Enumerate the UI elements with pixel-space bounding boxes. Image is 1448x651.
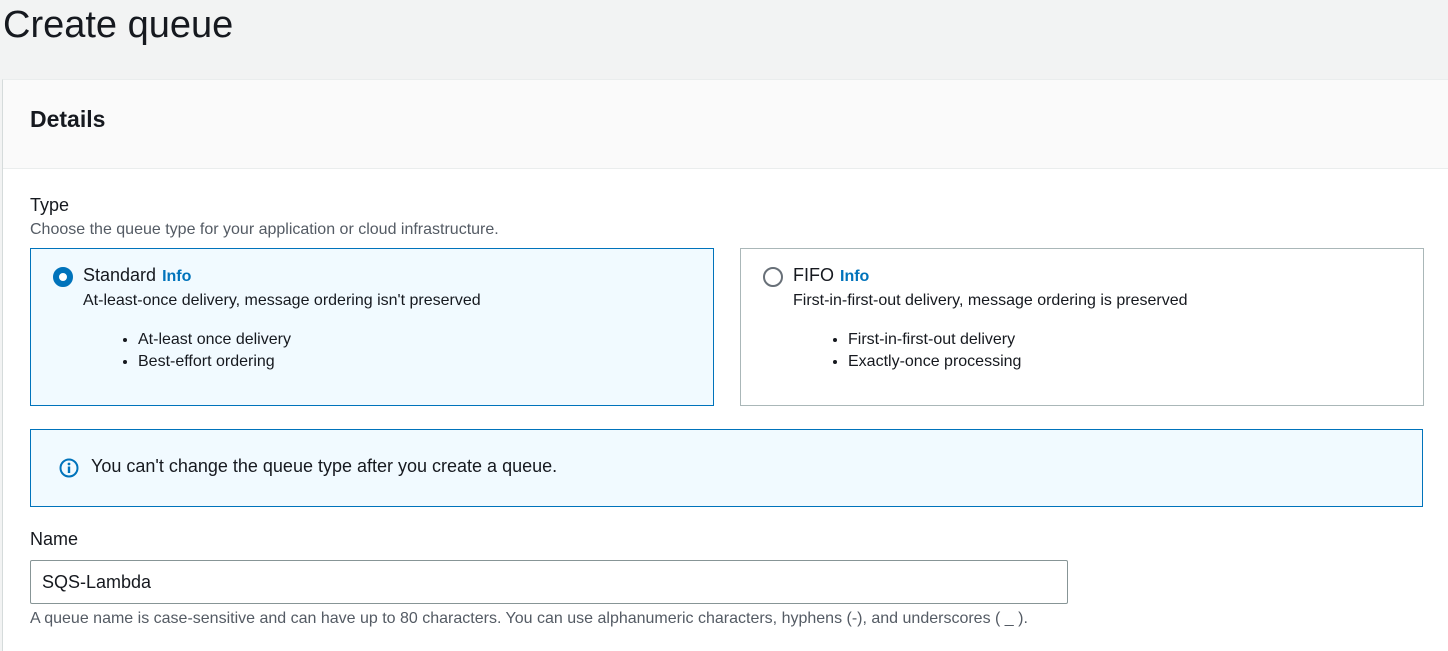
queue-type-standard-tile[interactable]: Standard Info At-least-once delivery, mes… [30, 248, 714, 406]
fifo-title: FIFO [793, 265, 834, 285]
details-panel-header: Details [3, 80, 1448, 169]
type-label: Type [30, 195, 70, 215]
queue-type-alert: You can't change the queue type after yo… [30, 429, 1423, 507]
list-item: Exactly-once processing [848, 351, 1021, 373]
type-description: Choose the queue type for your applicati… [30, 221, 499, 238]
queue-name-input[interactable] [30, 560, 1068, 604]
name-label: Name [30, 529, 79, 549]
standard-description: At-least-once delivery, message ordering… [83, 292, 481, 309]
fifo-info-link[interactable]: Info [840, 268, 869, 285]
standard-bullets: At-least once delivery Best-effort order… [119, 329, 291, 373]
list-item: At-least once delivery [138, 329, 291, 351]
alert-text: You can't change the queue type after yo… [91, 456, 558, 476]
info-icon [59, 458, 79, 478]
fifo-title-row: FIFO Info [793, 265, 869, 286]
name-hint: A queue name is case-sensitive and can h… [30, 610, 1028, 627]
details-title: Details [30, 106, 106, 132]
standard-info-link[interactable]: Info [162, 268, 191, 285]
fifo-radio[interactable] [763, 267, 783, 287]
standard-title-row: Standard Info [83, 265, 191, 286]
standard-title: Standard [83, 265, 157, 285]
list-item: Best-effort ordering [138, 351, 291, 373]
fifo-bullets: First-in-first-out delivery Exactly-once… [829, 329, 1021, 373]
list-item: First-in-first-out delivery [848, 329, 1021, 351]
fifo-description: First-in-first-out delivery, message ord… [793, 292, 1188, 309]
queue-type-fifo-tile[interactable]: FIFO Info First-in-first-out delivery, me… [740, 248, 1424, 406]
page-title: Create queue [3, 4, 234, 46]
standard-radio[interactable] [53, 267, 73, 287]
details-panel: Details Type Choose the queue type for y… [2, 79, 1448, 651]
